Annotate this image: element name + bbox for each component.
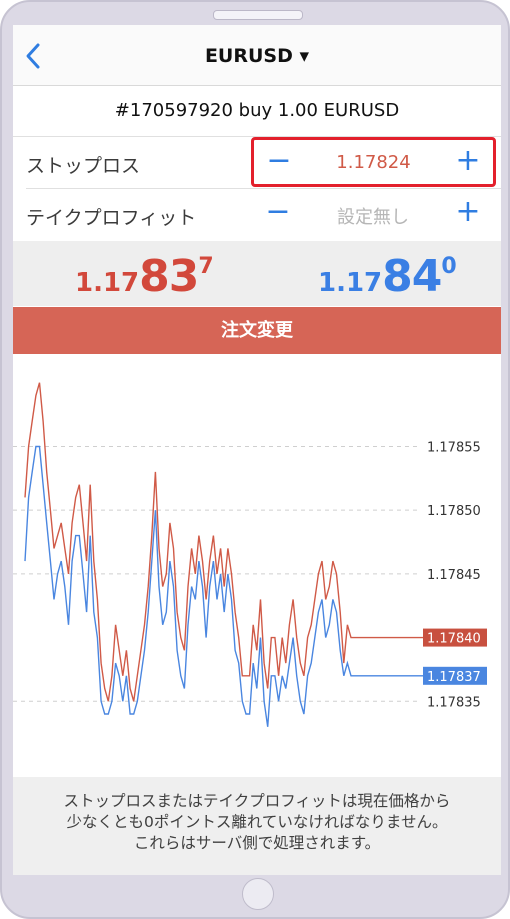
price-tag-label: 1.17840 <box>427 632 481 647</box>
take-profit-label: テイクプロフィット <box>26 207 197 229</box>
ask-price: 1.17840 <box>318 251 457 302</box>
symbol-selector[interactable]: EURUSD ▾ <box>13 45 501 67</box>
screen: EURUSD ▾ #170597920 buy 1.00 EURUSD ストップ… <box>13 25 501 875</box>
phone-frame: EURUSD ▾ #170597920 buy 1.00 EURUSD ストップ… <box>0 0 510 919</box>
home-button[interactable] <box>242 878 274 910</box>
footer-line: 少なくとも0ポイントス離れていなければなりません。 <box>66 813 448 831</box>
stop-loss-increase-button[interactable]: + <box>453 146 483 176</box>
take-profit-value[interactable]: 設定無し <box>303 203 443 229</box>
quote-bar: 1.17837 1.17840 <box>13 241 501 306</box>
price-chart: 1.17855 1.17850 1.17845 1.17835 1.17840 1.178… <box>13 382 487 727</box>
speaker-grille <box>213 10 303 20</box>
y-tick-label: 1.17850 <box>427 504 481 519</box>
bid-price: 1.17837 <box>75 251 214 302</box>
take-profit-decrease-button[interactable]: − <box>263 197 293 227</box>
y-tick-label: 1.17845 <box>427 568 481 583</box>
stop-loss-decrease-button[interactable]: − <box>264 146 294 176</box>
bid-price-fraction: 7 <box>198 254 214 279</box>
bid-series-line <box>24 382 380 702</box>
bid-price-pips: 83 <box>139 251 199 302</box>
footer-line: これらはサーバ側で処理されます。 <box>133 834 381 852</box>
stop-loss-value[interactable]: 1.17824 <box>304 152 443 173</box>
take-profit-stepper[interactable]: − 設定無し + <box>253 191 493 237</box>
navigation-bar: EURUSD ▾ <box>13 25 501 86</box>
take-profit-row: テイクプロフィット − 設定無し + <box>13 189 501 241</box>
modify-order-button[interactable]: 注文変更 <box>13 307 501 354</box>
ask-price-pips: 84 <box>382 251 442 302</box>
ask-price-prefix: 1.17 <box>318 268 383 298</box>
y-tick-label: 1.17855 <box>427 440 481 455</box>
stop-loss-row: ストップロス − 1.17824 + <box>13 137 501 189</box>
price-tag-label: 1.17837 <box>427 670 481 685</box>
order-summary: #170597920 buy 1.00 EURUSD <box>13 86 501 137</box>
stop-loss-label: ストップロス <box>26 155 141 177</box>
stop-loss-stepper[interactable]: − 1.17824 + <box>251 137 496 187</box>
ask-price-fraction: 0 <box>441 254 457 279</box>
y-tick-label: 1.17835 <box>427 695 481 710</box>
take-profit-increase-button[interactable]: + <box>453 197 483 227</box>
footer-note: ストップロスまたはテイクプロフィットは現在価格から 少なくとも0ポイントス離れて… <box>13 777 501 875</box>
footer-line: ストップロスまたはテイクプロフィットは現在価格から <box>63 792 451 810</box>
bid-price-prefix: 1.17 <box>75 268 140 298</box>
